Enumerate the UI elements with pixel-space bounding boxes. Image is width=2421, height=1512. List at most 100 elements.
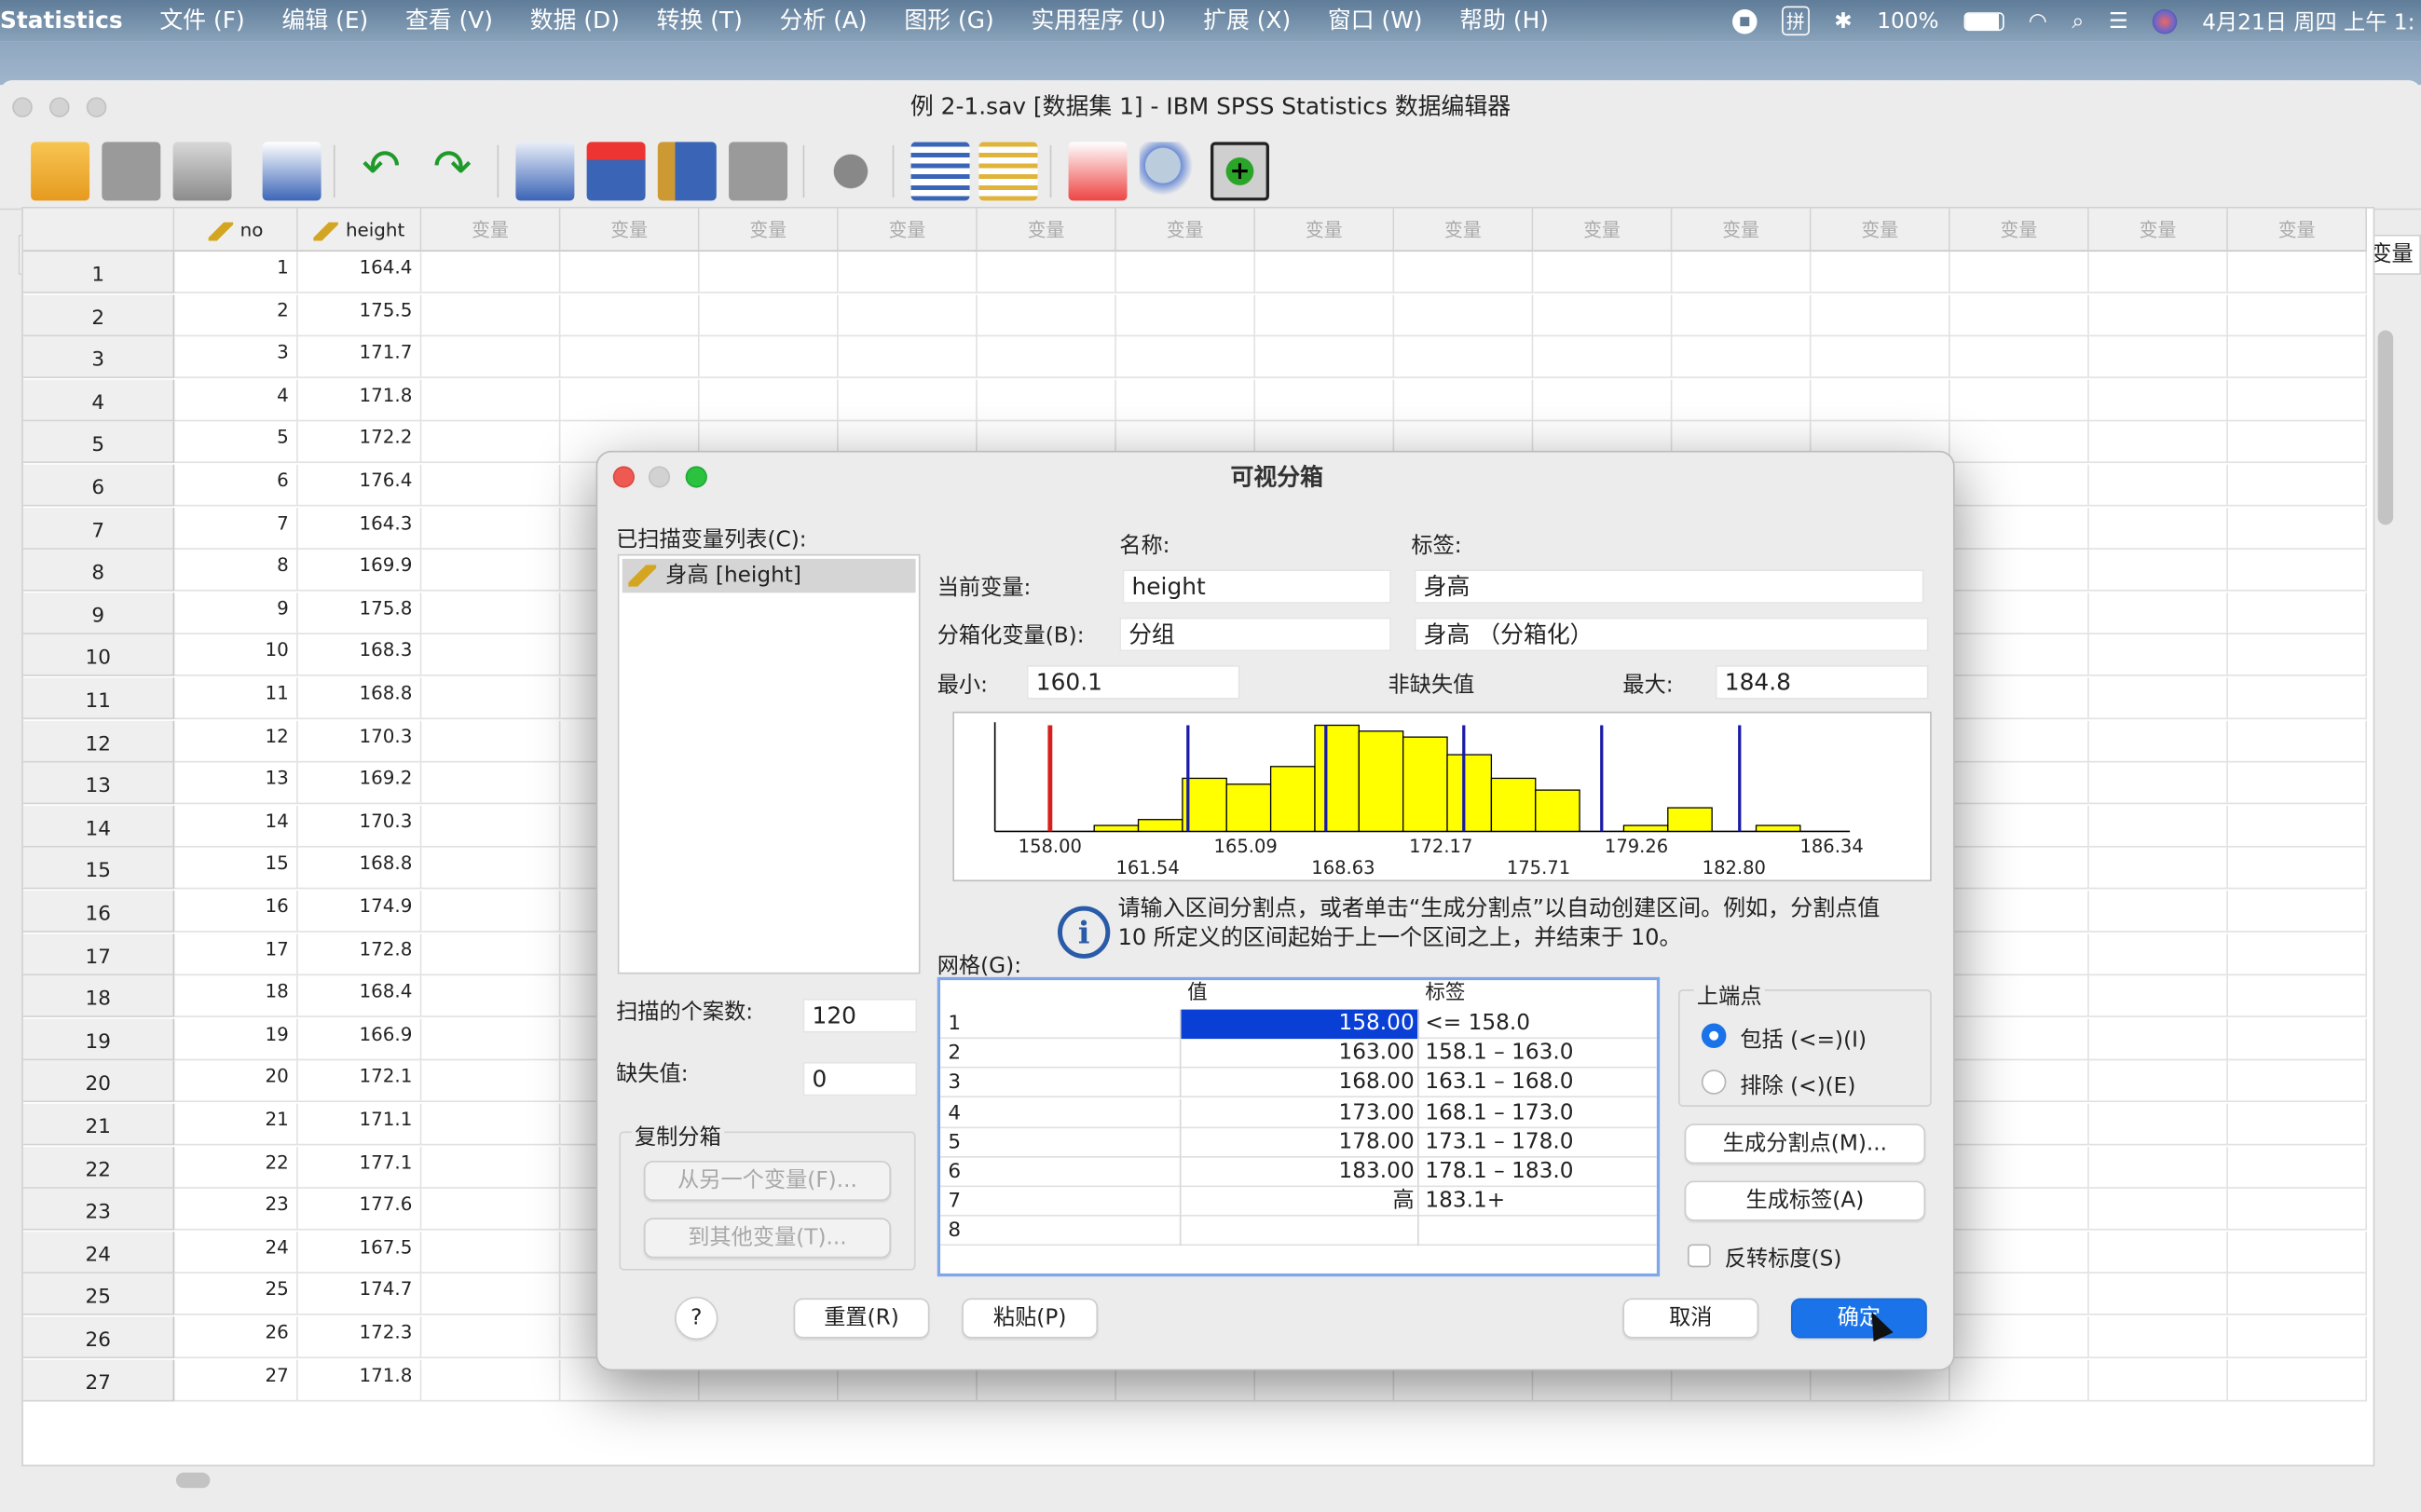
empty-cell[interactable] xyxy=(2088,1274,2228,1316)
empty-cell[interactable] xyxy=(838,252,978,293)
empty-cell[interactable] xyxy=(2088,720,2228,762)
row-number[interactable]: 16 xyxy=(22,891,175,933)
empty-cell[interactable] xyxy=(1949,933,2089,975)
empty-cell[interactable] xyxy=(2227,805,2368,848)
empty-cell[interactable] xyxy=(1949,1060,2089,1103)
undo-icon[interactable]: ↶ xyxy=(352,142,411,200)
empty-cell[interactable] xyxy=(2227,891,2368,933)
data-cell-height[interactable]: 172.2 xyxy=(297,421,422,464)
empty-cell[interactable] xyxy=(2227,720,2368,762)
empty-cell[interactable] xyxy=(1672,336,1812,379)
menu-item[interactable]: 数据 (D) xyxy=(512,0,638,42)
grid-row[interactable]: 3 168.00 163.1 – 168.0 xyxy=(940,1069,1657,1098)
menu-item[interactable]: 分析 (A) xyxy=(761,0,886,42)
row-number[interactable]: 20 xyxy=(22,1060,175,1103)
empty-cell[interactable] xyxy=(1949,1359,2089,1401)
data-cell-height[interactable]: 166.9 xyxy=(297,1018,422,1060)
data-cell-no[interactable]: 3 xyxy=(174,336,298,379)
empty-cell[interactable] xyxy=(2088,1103,2228,1146)
empty-cell[interactable] xyxy=(421,1274,561,1316)
empty-cell[interactable] xyxy=(2088,336,2228,379)
empty-cell[interactable] xyxy=(2227,1359,2368,1401)
row-number[interactable]: 26 xyxy=(22,1316,175,1359)
grid-value-cell[interactable]: 158.00 xyxy=(1181,1009,1419,1040)
empty-cell[interactable] xyxy=(2227,848,2368,891)
data-cell-no[interactable]: 22 xyxy=(174,1146,298,1189)
empty-variable-header[interactable]: 变量 xyxy=(1949,208,2089,252)
menu-item[interactable]: 帮助 (H) xyxy=(1441,0,1566,42)
data-cell-height[interactable]: 177.6 xyxy=(297,1189,422,1231)
data-cell-no[interactable]: 27 xyxy=(174,1359,298,1401)
data-cell-height[interactable]: 167.5 xyxy=(297,1231,422,1274)
empty-cell[interactable] xyxy=(977,379,1116,421)
weight-cases-icon[interactable] xyxy=(910,142,970,201)
grid-value-cell[interactable]: 178.00 xyxy=(1182,1127,1419,1158)
menu-item[interactable]: 实用程序 (U) xyxy=(1013,0,1185,42)
empty-cell[interactable] xyxy=(2088,1316,2228,1359)
empty-variable-header[interactable]: 变量 xyxy=(977,208,1116,252)
data-cell-no[interactable]: 7 xyxy=(174,507,298,550)
data-cell-height[interactable]: 172.1 xyxy=(297,1060,422,1103)
row-number[interactable]: 8 xyxy=(22,550,175,592)
empty-cell[interactable] xyxy=(977,252,1116,293)
data-cell-no[interactable]: 24 xyxy=(174,1231,298,1274)
empty-cell[interactable] xyxy=(2227,634,2368,677)
empty-cell[interactable] xyxy=(421,507,561,550)
data-cell-height[interactable]: 169.2 xyxy=(297,762,422,805)
empty-cell[interactable] xyxy=(2227,1316,2368,1359)
empty-cell[interactable] xyxy=(1949,1189,2089,1231)
empty-cell[interactable] xyxy=(2088,762,2228,805)
empty-cell[interactable] xyxy=(1394,336,1534,379)
empty-variable-header[interactable]: 变量 xyxy=(421,208,561,252)
empty-cell[interactable] xyxy=(838,336,978,379)
empty-cell[interactable] xyxy=(2088,677,2228,720)
empty-cell[interactable] xyxy=(421,550,561,592)
empty-cell[interactable] xyxy=(1672,379,1812,421)
data-cell-no[interactable]: 1 xyxy=(174,252,298,293)
data-cell-no[interactable]: 25 xyxy=(174,1274,298,1316)
data-cell-height[interactable]: 171.1 xyxy=(297,1103,422,1146)
grid-corner[interactable] xyxy=(22,208,175,252)
empty-cell[interactable] xyxy=(2088,1189,2228,1231)
empty-cell[interactable] xyxy=(2227,1018,2368,1060)
empty-cell[interactable] xyxy=(421,720,561,762)
grid-label-cell[interactable] xyxy=(1419,1217,1657,1246)
grid-label-cell[interactable]: 183.1+ xyxy=(1419,1187,1657,1216)
empty-cell[interactable] xyxy=(421,1103,561,1146)
data-cell-no[interactable]: 5 xyxy=(174,421,298,464)
data-cell-height[interactable]: 169.9 xyxy=(297,550,422,592)
empty-cell[interactable] xyxy=(1811,336,1950,379)
empty-cell[interactable] xyxy=(421,336,561,379)
grid-label-cell[interactable]: 163.1 – 168.0 xyxy=(1419,1069,1657,1097)
grid-row[interactable]: 4 173.00 168.1 – 173.0 xyxy=(940,1098,1657,1128)
empty-cell[interactable] xyxy=(421,592,561,634)
empty-cell[interactable] xyxy=(560,336,700,379)
empty-cell[interactable] xyxy=(2227,379,2368,421)
empty-cell[interactable] xyxy=(2088,805,2228,848)
empty-cell[interactable] xyxy=(1811,293,1950,336)
data-cell-height[interactable]: 174.7 xyxy=(297,1274,422,1316)
empty-cell[interactable] xyxy=(2088,252,2228,293)
reverse-scale-checkbox[interactable] xyxy=(1687,1244,1711,1268)
empty-cell[interactable] xyxy=(421,1359,561,1401)
empty-cell[interactable] xyxy=(838,379,978,421)
data-cell-height[interactable]: 172.3 xyxy=(297,1316,422,1359)
binned-variable-name-field[interactable]: 分组 xyxy=(1119,617,1391,652)
binned-variable-label-field[interactable]: 身高 （分箱化） xyxy=(1414,617,1929,652)
empty-cell[interactable] xyxy=(2227,1060,2368,1103)
empty-cell[interactable] xyxy=(2088,464,2228,507)
menu-item[interactable]: 窗口 (W) xyxy=(1309,0,1441,42)
row-number[interactable]: 24 xyxy=(22,1231,175,1274)
open-file-icon[interactable] xyxy=(31,142,90,201)
row-number[interactable]: 25 xyxy=(22,1274,175,1316)
empty-cell[interactable] xyxy=(2088,293,2228,336)
data-cell-no[interactable]: 6 xyxy=(174,464,298,507)
empty-cell[interactable] xyxy=(421,464,561,507)
empty-cell[interactable] xyxy=(2088,891,2228,933)
data-cell-no[interactable]: 13 xyxy=(174,762,298,805)
empty-cell[interactable] xyxy=(699,252,839,293)
empty-cell[interactable] xyxy=(1533,293,1673,336)
empty-cell[interactable] xyxy=(1949,848,2089,891)
empty-cell[interactable] xyxy=(2088,1146,2228,1189)
empty-cell[interactable] xyxy=(1949,592,2089,634)
